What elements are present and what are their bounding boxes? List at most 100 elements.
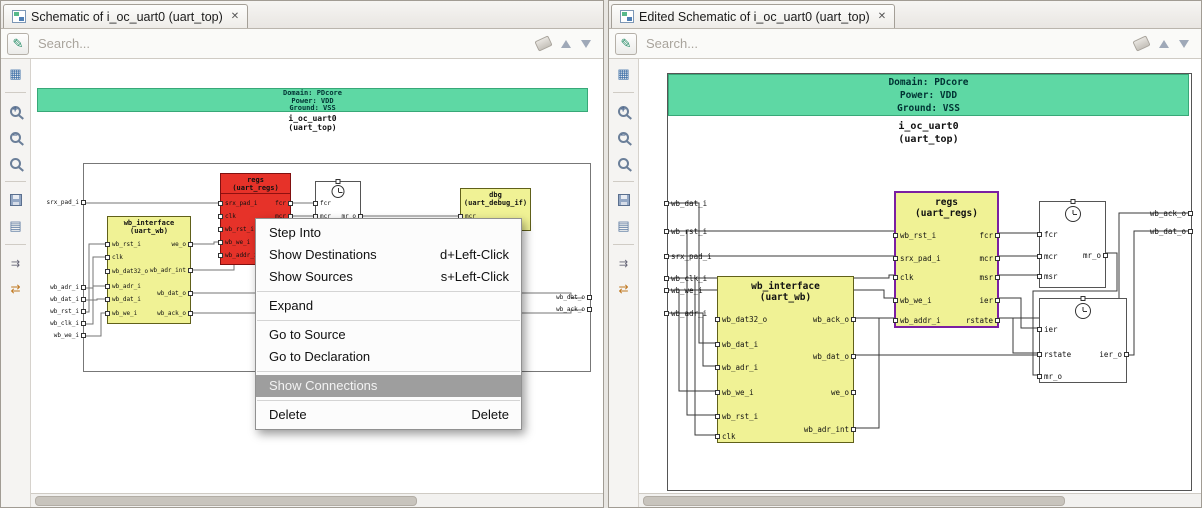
port[interactable]: wb_rst_i	[218, 226, 254, 233]
top-port[interactable]: wb_rst_i	[664, 227, 707, 236]
next-match-icon[interactable]	[581, 39, 591, 48]
top-port[interactable]: wb_ack_o	[1119, 209, 1193, 218]
menu-item-expand[interactable]: Expand	[256, 295, 521, 317]
top-port[interactable]: wb_dat_i	[35, 296, 86, 303]
menu-item-go-to-declaration[interactable]: Go to Declaration	[256, 346, 521, 368]
top-port[interactable]: wb_we_i	[35, 332, 86, 339]
zoom-in-icon[interactable]	[8, 103, 24, 119]
zoom-reset-icon[interactable]	[8, 155, 24, 171]
top-port[interactable]: wb_adr_i	[35, 284, 86, 291]
port-arrows-icon[interactable]	[616, 255, 632, 271]
port[interactable]: wb_adr_i	[715, 363, 758, 372]
port[interactable]: wb_ack_o	[813, 315, 856, 324]
port[interactable]: wb_rst_i	[893, 231, 936, 240]
next-match-icon[interactable]	[1179, 39, 1189, 48]
save-icon[interactable]	[616, 192, 632, 208]
top-port[interactable]: wb_rst_i	[35, 308, 86, 315]
top-port[interactable]: wb_dat_o	[1119, 227, 1193, 236]
top-port[interactable]: wb_dat_i	[664, 199, 707, 208]
sync-arrows-icon[interactable]	[616, 281, 632, 297]
port[interactable]: wb_rst_i	[715, 412, 758, 421]
port-arrows-icon[interactable]	[8, 255, 24, 271]
zoom-reset-icon[interactable]	[616, 155, 632, 171]
close-icon[interactable]	[231, 11, 239, 22]
menu-item-show-sources[interactable]: Show Sources s+Left-Click	[256, 266, 521, 288]
block-regs-selected[interactable]: regs (uart_regs) wb_rst_i srx_pad_i clk …	[893, 191, 1000, 328]
port[interactable]: ier	[1037, 325, 1058, 334]
edit-mode-button[interactable]	[615, 32, 637, 55]
menu-item-step-into[interactable]: Step Into	[256, 222, 521, 244]
port[interactable]: fcr	[979, 231, 1000, 240]
port[interactable]: wb_dat_o	[157, 290, 193, 297]
port[interactable]: wb_dat32_o	[105, 268, 148, 275]
port[interactable]: wb_dat_o	[813, 352, 856, 361]
horizontal-scrollbar[interactable]	[639, 493, 1201, 507]
top-port[interactable]: srx_pad_i	[35, 199, 86, 206]
port[interactable]: wb_we_i	[218, 239, 250, 246]
menu-item-show-connections[interactable]: Show Connections	[256, 375, 521, 397]
search-input[interactable]	[36, 35, 529, 52]
properties-icon[interactable]	[616, 218, 632, 234]
zoom-out-icon[interactable]	[616, 129, 632, 145]
port[interactable]: wb_addr_i	[893, 316, 941, 325]
port[interactable]: ier_o	[1099, 350, 1129, 359]
prev-match-icon[interactable]	[561, 39, 571, 48]
clear-eraser-icon[interactable]	[534, 35, 553, 52]
clear-eraser-icon[interactable]	[1132, 35, 1151, 52]
top-port[interactable]: wb_clk_i	[664, 274, 707, 283]
port[interactable]: clk	[105, 254, 123, 261]
port[interactable]: clk	[218, 213, 236, 220]
top-port[interactable]: wb_dat_o	[536, 294, 592, 301]
port[interactable]: clk	[893, 273, 914, 282]
scrollbar-thumb[interactable]	[643, 496, 1065, 506]
port[interactable]: fcr	[1037, 230, 1058, 239]
tab-schematic[interactable]: Schematic of i_oc_uart0 (uart_top)	[3, 4, 249, 28]
prev-match-icon[interactable]	[1159, 39, 1169, 48]
port[interactable]: mr_o	[1037, 372, 1062, 381]
port[interactable]: wb_adr_int	[804, 425, 856, 434]
port[interactable]: mcr	[979, 254, 1000, 263]
top-port[interactable]: wb_adr_i	[664, 309, 707, 318]
zoom-out-icon[interactable]	[8, 129, 24, 145]
port[interactable]: wb_dat_i	[105, 296, 141, 303]
overview-grid-icon[interactable]	[616, 66, 632, 82]
port[interactable]: rstate	[966, 316, 1000, 325]
port[interactable]: wb_we_i	[893, 296, 932, 305]
sync-arrows-icon[interactable]	[8, 281, 24, 297]
port[interactable]: msr	[1037, 272, 1058, 281]
port[interactable]: fcr	[313, 200, 331, 207]
schematic-canvas[interactable]: Domain: PDcore Power: VDD Ground: VSS i_…	[639, 59, 1201, 493]
tab-edited-schematic[interactable]: Edited Schematic of i_oc_uart0 (uart_top…	[611, 4, 896, 28]
port[interactable]: we_o	[172, 241, 193, 248]
edit-mode-button[interactable]	[7, 32, 29, 55]
top-port[interactable]: srx_pad_i	[664, 252, 712, 261]
port[interactable]: ier	[979, 296, 1000, 305]
top-port[interactable]: wb_clk_i	[35, 320, 86, 327]
menu-item-delete[interactable]: Delete Delete	[256, 404, 521, 426]
close-icon[interactable]	[878, 11, 886, 22]
zoom-in-icon[interactable]	[616, 103, 632, 119]
scrollbar-thumb[interactable]	[35, 496, 417, 506]
port[interactable]: wb_rst_i	[105, 241, 141, 248]
port[interactable]: rstate	[1037, 350, 1071, 359]
overview-grid-icon[interactable]	[8, 66, 24, 82]
port[interactable]: srx_pad_i	[218, 200, 258, 207]
port[interactable]: srx_pad_i	[893, 254, 941, 263]
block-sync-1[interactable]: fcr mcr msr mr_o	[1037, 199, 1108, 288]
menu-item-show-destinations[interactable]: Show Destinations d+Left-Click	[256, 244, 521, 266]
port[interactable]: wb_adr_i	[105, 283, 141, 290]
port[interactable]: wb_ack_o	[157, 310, 193, 317]
top-port[interactable]: wb_we_i	[664, 286, 703, 295]
port[interactable]: mr_o	[1083, 251, 1108, 260]
top-port[interactable]: wb_ack_o	[536, 306, 592, 313]
port[interactable]: wb_adr_int	[150, 267, 193, 274]
block-sync-2[interactable]: ier rstate mr_o ier_o	[1037, 296, 1129, 383]
port[interactable]: fcr	[275, 200, 293, 207]
port[interactable]: wb_dat_i	[715, 340, 758, 349]
port[interactable]: mcr	[1037, 252, 1058, 261]
port[interactable]: wb_we_i	[105, 310, 137, 317]
port[interactable]: wb_we_i	[715, 388, 754, 397]
port[interactable]: clk	[715, 432, 736, 441]
menu-item-go-to-source[interactable]: Go to Source	[256, 324, 521, 346]
port[interactable]: msr	[979, 273, 1000, 282]
